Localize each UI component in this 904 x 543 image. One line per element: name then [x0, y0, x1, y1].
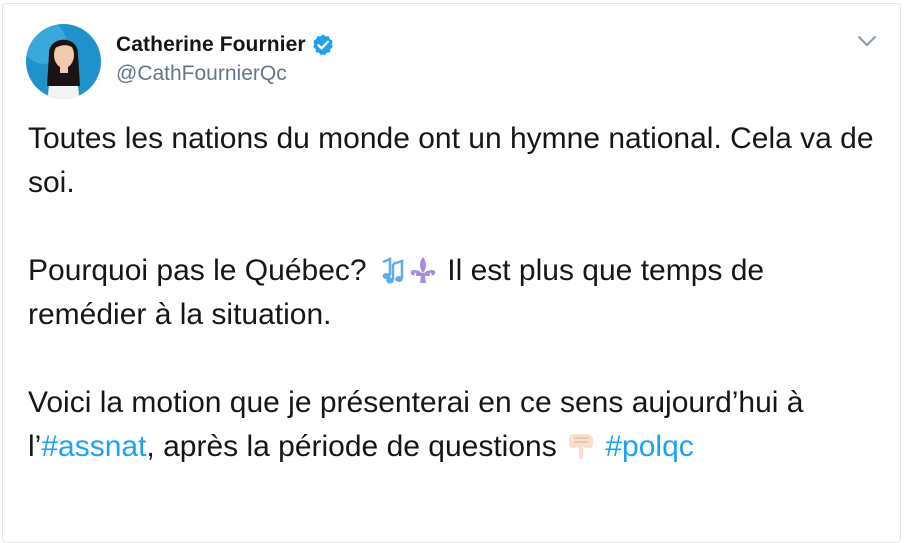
chevron-down-icon[interactable] — [855, 32, 879, 50]
pointing-down-hand-emoji-icon — [569, 434, 594, 460]
tweet-card: Catherine Fournier @CathFournierQc Toute… — [2, 3, 901, 543]
author-name-row: Catherine Fournier — [116, 31, 335, 59]
verified-badge-icon — [311, 33, 335, 57]
musical-notes-emoji-icon — [382, 257, 404, 284]
tweet-paragraph-2: Pourquoi pas le Québec? Il est plus que … — [28, 249, 888, 337]
tweet-paragraph-1: Toutes les nations du monde ont un hymne… — [28, 122, 874, 199]
tweet-text: Toutes les nations du monde ont un hymne… — [28, 117, 888, 469]
fleur-de-lis-emoji-icon — [410, 257, 436, 283]
paragraph-2-text-start: Pourquoi pas le Québec? — [28, 254, 375, 287]
author-display-name[interactable]: Catherine Fournier — [116, 33, 306, 57]
hashtag-link-assnat[interactable]: #assnat — [41, 430, 146, 463]
paragraph-3-text-middle: , après la période de questions — [146, 430, 566, 463]
tweet-paragraph-3: Voici la motion que je présenterai en ce… — [28, 381, 888, 469]
author-handle[interactable]: @CathFournierQc — [116, 62, 287, 86]
hashtag-link-polqc[interactable]: #polqc — [605, 430, 693, 463]
author-avatar[interactable] — [26, 24, 101, 99]
